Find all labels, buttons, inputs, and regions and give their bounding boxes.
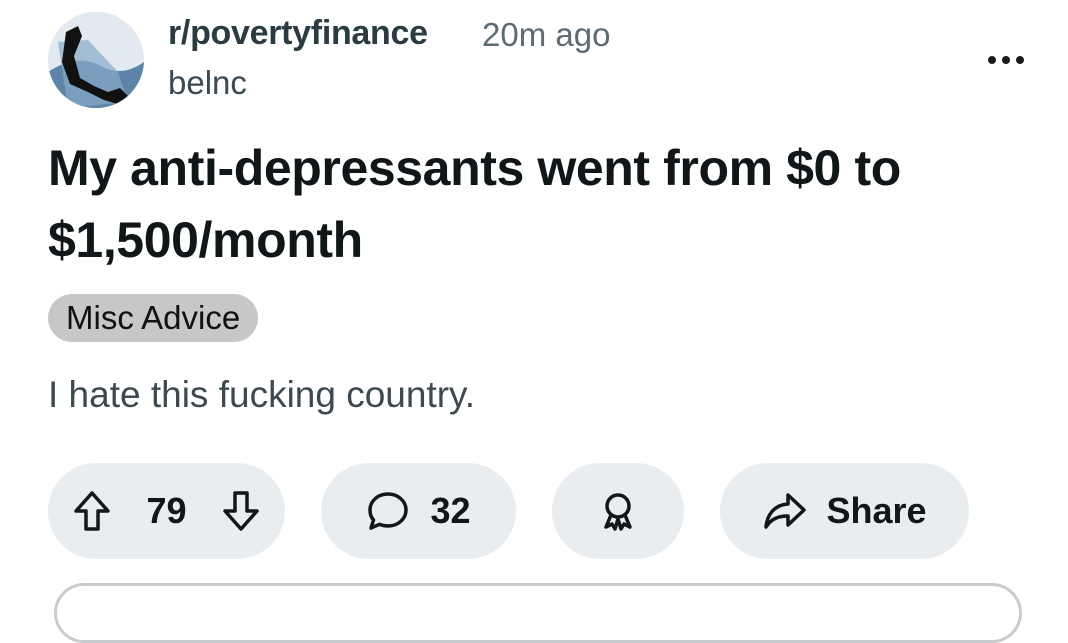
vote-control: 79 (48, 463, 285, 559)
comment-bubble-icon (368, 492, 409, 530)
downvote-arrow-icon (223, 491, 259, 531)
award-button[interactable] (552, 463, 684, 559)
author-username[interactable]: belnc (168, 64, 247, 102)
avatar-image (48, 12, 144, 108)
share-label: Share (826, 490, 927, 531)
more-horizontal-icon-dot (1016, 56, 1024, 64)
comments-button[interactable]: 32 (321, 463, 516, 559)
vote-count: 79 (146, 490, 187, 531)
subreddit-avatar[interactable] (48, 12, 144, 108)
comment-input-box[interactable] (54, 583, 1022, 643)
subreddit-name[interactable]: r/povertyfinance (168, 14, 428, 53)
downvote-button[interactable] (221, 489, 261, 533)
comment-count: 32 (430, 490, 471, 531)
upvote-button[interactable] (72, 489, 112, 533)
upvote-arrow-icon (74, 491, 110, 531)
share-arrow-icon (764, 493, 807, 529)
post-title[interactable]: My anti-depressants went from $0 to $1,5… (48, 132, 1038, 276)
more-horizontal-icon-dot (1002, 56, 1010, 64)
more-horizontal-icon (988, 56, 996, 64)
post-timestamp: 20m ago (482, 16, 611, 53)
more-options-button[interactable] (978, 40, 1034, 80)
post-body: I hate this fucking country. (48, 374, 476, 415)
share-button[interactable]: Share (720, 463, 969, 559)
award-icon (604, 493, 632, 531)
post-flair[interactable]: Misc Advice (48, 294, 259, 342)
